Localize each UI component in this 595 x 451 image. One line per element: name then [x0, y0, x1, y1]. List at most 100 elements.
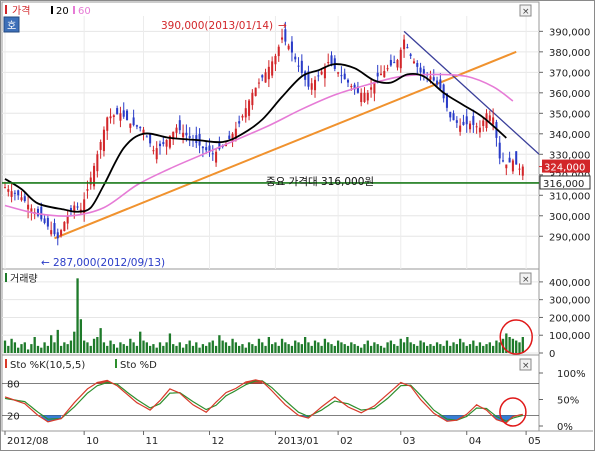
candle-body: [462, 121, 465, 125]
volume-bar: [478, 342, 482, 353]
volume-bar: [228, 345, 231, 353]
volume-bar: [40, 347, 43, 353]
volume-panel-close[interactable]: ×: [519, 272, 532, 285]
candle-body: [3, 187, 7, 189]
date-tick-label: 02: [340, 436, 353, 447]
candle-body: [383, 70, 386, 78]
volume-bar: [195, 342, 198, 353]
price-tick-label: 390,000: [549, 27, 590, 38]
volume-bar: [300, 344, 303, 353]
candle-body: [412, 61, 415, 64]
volume-bar: [356, 345, 360, 353]
volume-bar: [399, 338, 402, 353]
candle-body: [96, 154, 99, 172]
candle-body: [343, 73, 346, 80]
candle-body: [350, 85, 353, 87]
volume-bar: [317, 342, 320, 353]
candle-body: [112, 115, 115, 117]
volume-bar: [188, 340, 191, 353]
stochastic-panel-close[interactable]: ×: [519, 358, 532, 371]
candle-body: [23, 196, 26, 202]
high-arrow-icon: →: [278, 20, 287, 32]
volume-bar: [191, 345, 195, 353]
volume-bar: [313, 340, 317, 353]
candle-body: [30, 208, 33, 212]
volume-tick-label: 200,000: [549, 313, 590, 324]
volume-tick-label: 400,000: [549, 278, 590, 289]
candle-body: [505, 164, 508, 169]
candle-body: [409, 54, 412, 56]
volume-bar: [432, 345, 435, 353]
high-annotation-text: 390,000(2013/01/14): [161, 20, 273, 32]
candle-body: [472, 116, 475, 125]
candle-body: [17, 190, 20, 196]
price-panel-close[interactable]: ×: [519, 4, 532, 17]
volume-bar: [515, 340, 518, 353]
candle-body: [310, 83, 313, 90]
sto-tick-label: 50%: [557, 396, 579, 407]
volume-bar: [244, 347, 247, 353]
candle-body: [86, 189, 89, 191]
corner-button[interactable]: 호: [3, 16, 20, 33]
chart-canvas: 290,000300,000310,000320,000330,000340,0…: [1, 1, 593, 447]
volume-bar: [343, 344, 346, 353]
volume-bar: [435, 342, 439, 353]
candle-body: [36, 208, 40, 216]
volume-bar: [277, 345, 280, 353]
legend-sto-k-label: Sto %K(10,5,5): [10, 360, 85, 371]
volume-bar: [86, 342, 89, 353]
volume-bar: [238, 345, 241, 353]
volume-bar: [30, 344, 33, 353]
volume-bar: [46, 345, 50, 353]
volume-bar: [366, 340, 369, 353]
sto-tick-label: 100%: [557, 369, 586, 380]
candle-body: [152, 150, 155, 152]
candle-body: [99, 142, 102, 150]
candle-body: [106, 117, 109, 131]
volume-bar: [135, 345, 139, 353]
candle-body: [248, 100, 251, 116]
candle-body: [43, 218, 46, 223]
candle-body: [109, 116, 112, 119]
volume-bar: [518, 342, 521, 353]
volume-bar: [165, 342, 168, 353]
close-icon: ×: [522, 361, 530, 371]
candle-body: [337, 72, 340, 74]
volume-bar: [43, 342, 46, 353]
candle-body: [205, 147, 208, 151]
candle-body: [501, 160, 505, 162]
candle-body: [102, 129, 105, 152]
volume-bar: [155, 347, 158, 353]
candle-body: [518, 168, 521, 170]
close-icon: ×: [522, 7, 530, 17]
candle-body: [482, 120, 485, 126]
volume-bar: [419, 340, 422, 353]
volume-bar: [139, 331, 142, 353]
volume-bar: [426, 345, 429, 353]
candle-body: [238, 121, 241, 124]
volume-bar: [383, 347, 386, 353]
candle-body: [139, 126, 142, 129]
volume-bar: [36, 345, 40, 353]
candle-body: [56, 232, 59, 239]
volume-bar: [241, 344, 244, 353]
volume-bar: [23, 342, 26, 353]
candle-body: [403, 39, 406, 50]
candle-body: [271, 61, 274, 76]
volume-bar: [458, 338, 462, 353]
date-tick-label: 2013/01: [277, 436, 319, 447]
candle-body: [511, 160, 514, 172]
volume-bar: [376, 344, 379, 353]
volume-bar: [406, 337, 409, 353]
volume-bar: [181, 347, 185, 353]
volume-bar: [290, 345, 294, 353]
volume-bar: [158, 342, 162, 353]
legend-ma60-label: 60: [78, 6, 91, 17]
candle-body: [475, 126, 478, 128]
volume-bar: [264, 345, 267, 353]
candle-body: [46, 217, 49, 227]
candle-body: [261, 75, 264, 78]
candle-body: [188, 136, 191, 138]
candle-body: [416, 63, 419, 67]
candle-body: [53, 223, 56, 235]
